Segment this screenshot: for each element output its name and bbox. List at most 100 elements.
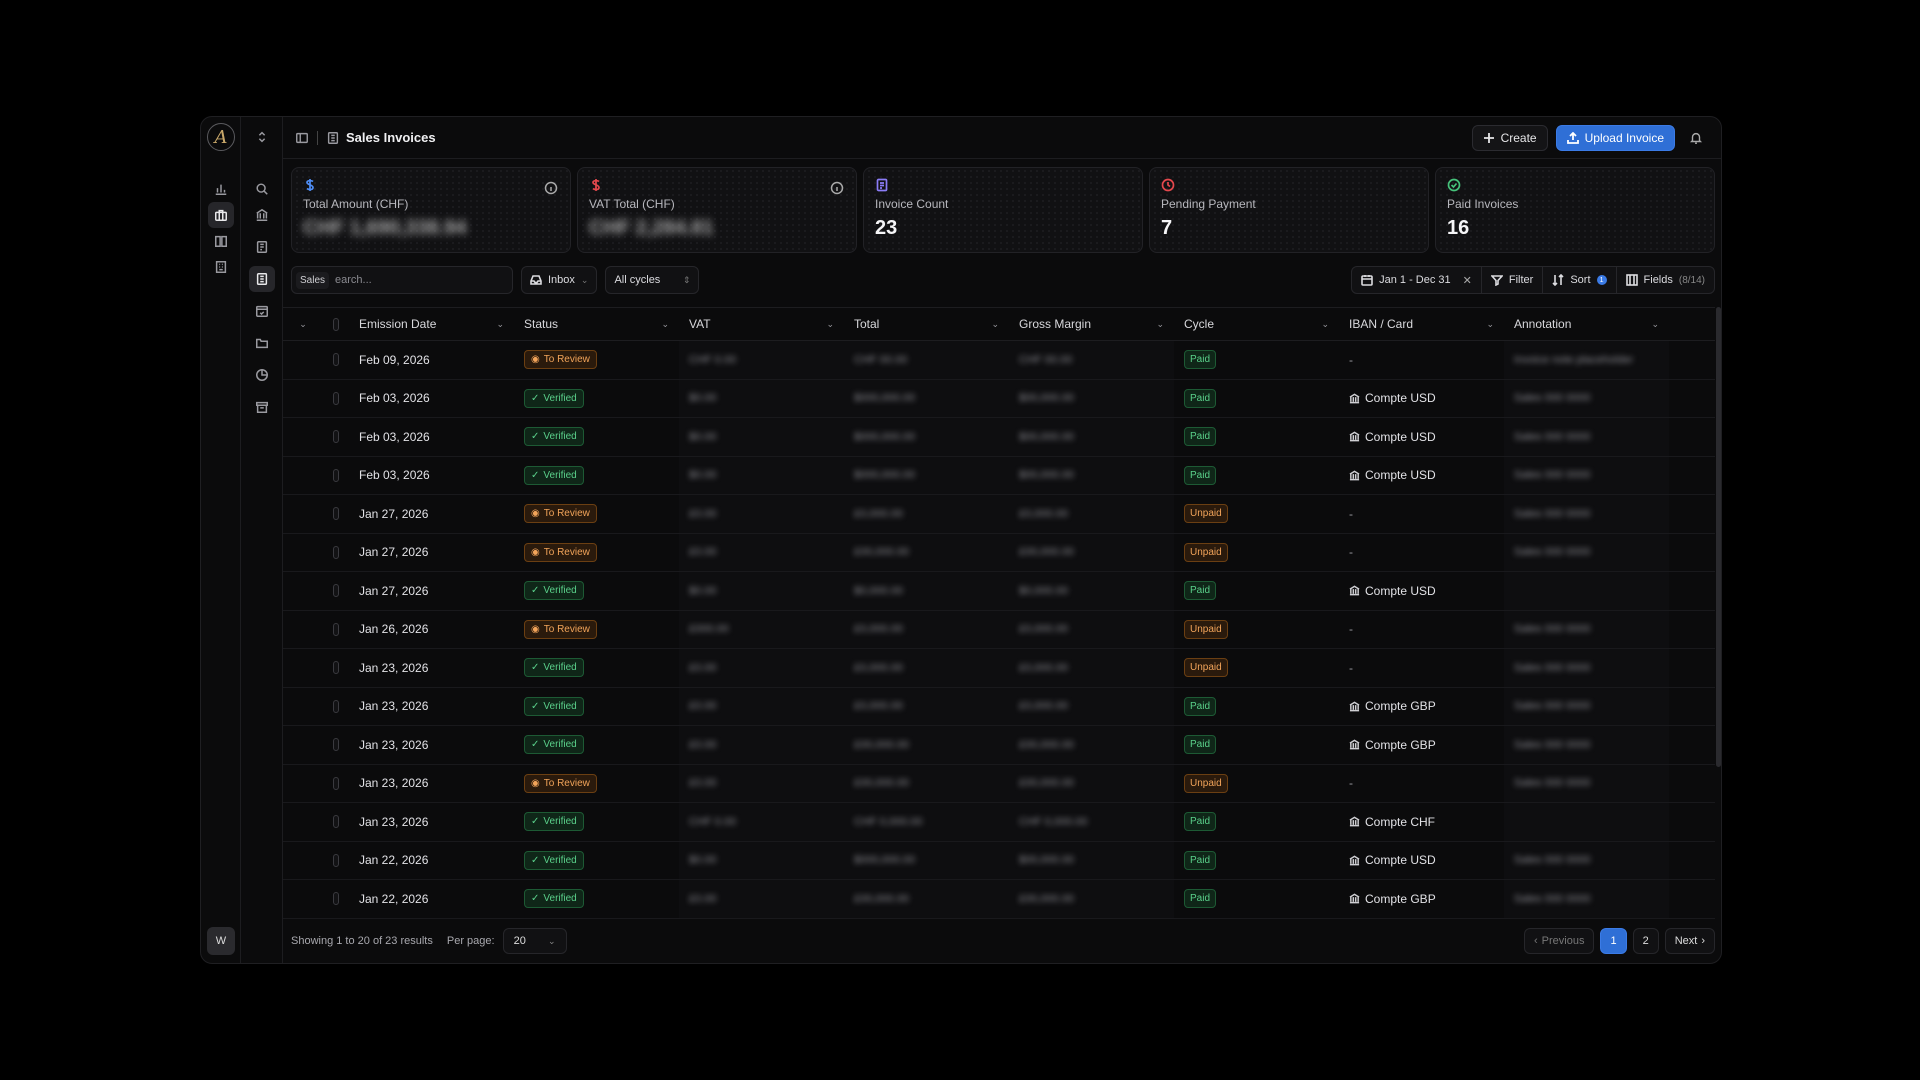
upload-invoice-button[interactable]: Upload Invoice: [1555, 124, 1675, 151]
cycle-cell: Paid: [1174, 341, 1339, 379]
vat-value: $0.00: [689, 430, 717, 443]
close-icon[interactable]: ✕: [1463, 274, 1472, 287]
create-button[interactable]: Create: [1471, 124, 1548, 151]
chart-icon[interactable]: [208, 176, 234, 202]
per-page-select[interactable]: 20 ⌄: [502, 928, 567, 954]
table-row[interactable]: Jan 23, 2026 ◉ To Review £0.00 £00,000.00 £00…: [283, 764, 1715, 803]
row-expand-cell: [283, 534, 323, 572]
row-checkbox[interactable]: [333, 353, 339, 367]
row-expand-cell: [283, 688, 323, 726]
inbox-select[interactable]: Inbox ⌄: [521, 266, 598, 294]
table-row[interactable]: Jan 26, 2026 ◉ To Review £000.00 £0,000.00 £0…: [283, 610, 1715, 649]
select-all-checkbox[interactable]: [333, 317, 339, 331]
table-row[interactable]: Jan 23, 2026 ✓ Verified £0.00 £0,000.00 £0,00…: [283, 687, 1715, 726]
pie-chart-icon[interactable]: [249, 362, 275, 388]
row-checkbox[interactable]: [333, 699, 339, 713]
vertical-scrollbar[interactable]: [1716, 307, 1721, 767]
row-checkbox[interactable]: [333, 892, 339, 906]
search-box[interactable]: Sales: [291, 266, 513, 294]
receipt-icon[interactable]: [249, 234, 275, 260]
column-header[interactable]: Gross Margin ⌄: [1009, 308, 1174, 340]
bank-icon[interactable]: [249, 202, 275, 228]
status-text: Verified: [543, 662, 577, 674]
table-row[interactable]: Jan 27, 2026 ◉ To Review £0.00 £00,000.00 £00…: [283, 533, 1715, 572]
chevron-down-icon[interactable]: ⌄: [1486, 319, 1494, 330]
row-checkbox[interactable]: [333, 430, 339, 444]
table-row[interactable]: Jan 27, 2026 ✓ Verified $0.00 $0,000.00 $0,00…: [283, 572, 1715, 611]
chevron-down-icon[interactable]: ⌄: [661, 319, 669, 330]
date-range-filter[interactable]: Jan 1 - Dec 31 ✕: [1352, 267, 1482, 293]
status-text: To Review: [543, 546, 590, 558]
table-row[interactable]: Jan 23, 2026 ✓ Verified £0.00 £0,000.00 £0,00…: [283, 649, 1715, 688]
row-checkbox[interactable]: [333, 853, 339, 867]
sales-invoice-icon[interactable]: [249, 266, 275, 292]
column-header[interactable]: Total ⌄: [844, 308, 1009, 340]
search-input[interactable]: [335, 274, 486, 286]
gross-margin-value: $0,000.00: [1019, 584, 1068, 597]
calendar-check-icon[interactable]: [249, 298, 275, 324]
row-checkbox[interactable]: [333, 391, 339, 405]
chevron-down-icon[interactable]: ⌄: [1651, 319, 1659, 330]
table-row[interactable]: Jan 22, 2026 ✓ Verified £0.00 £00,000.00 £00,…: [283, 880, 1715, 919]
emission-date: Jan 23, 2026: [359, 699, 429, 714]
bell-icon[interactable]: [1683, 125, 1709, 151]
next-page-button[interactable]: Next ›: [1664, 928, 1715, 954]
row-checkbox[interactable]: [333, 661, 339, 675]
search-icon[interactable]: [249, 176, 275, 202]
sidebar-toggle-icon[interactable]: [295, 131, 309, 145]
page-2-button[interactable]: 2: [1632, 928, 1659, 954]
archive-icon[interactable]: [249, 394, 275, 420]
sort-button[interactable]: Sort 1: [1543, 267, 1617, 293]
expand-collapse-icon[interactable]: [249, 124, 275, 150]
brand-logo[interactable]: A: [207, 123, 235, 151]
fields-button[interactable]: Fields (8/14): [1617, 267, 1714, 293]
column-header[interactable]: Emission Date ⌄: [349, 308, 514, 340]
row-checkbox[interactable]: [333, 815, 339, 829]
iban-value: Compte USD: [1365, 583, 1436, 598]
row-checkbox[interactable]: [333, 507, 339, 521]
chevron-down-icon[interactable]: ⌄: [496, 319, 504, 330]
table-row[interactable]: Jan 22, 2026 ✓ Verified $0.00 $000,000.00 $00…: [283, 841, 1715, 880]
previous-page-button[interactable]: ‹ Previous: [1523, 928, 1595, 954]
cycles-select[interactable]: All cycles ⇕: [605, 266, 700, 294]
chevron-down-icon[interactable]: ⌄: [991, 319, 999, 330]
book-icon[interactable]: [208, 228, 234, 254]
row-checkbox[interactable]: [333, 584, 339, 598]
column-header[interactable]: Annotation ⌄: [1504, 308, 1669, 340]
column-header[interactable]: Cycle ⌄: [1174, 308, 1339, 340]
avatar[interactable]: W: [207, 927, 235, 955]
table-row[interactable]: Feb 03, 2026 ✓ Verified $0.00 $000,000.00 $00…: [283, 456, 1715, 495]
table-row[interactable]: Feb 03, 2026 ✓ Verified $0.00 $000,000.00 $00…: [283, 379, 1715, 418]
row-checkbox[interactable]: [333, 468, 339, 482]
eye-icon: ◉: [531, 354, 540, 366]
table-row[interactable]: Jan 23, 2026 ✓ Verified £0.00 £00,000.00 £00,…: [283, 726, 1715, 765]
table-row[interactable]: Feb 09, 2026 ◉ To Review CHF 0.00 CHF 00.00 C…: [283, 341, 1715, 380]
column-header[interactable]: Status ⌄: [514, 308, 679, 340]
building-icon[interactable]: [208, 254, 234, 280]
iban-value: -: [1349, 622, 1353, 637]
cycle-cell: Paid: [1174, 380, 1339, 418]
gross-margin-value: £0,000.00: [1019, 507, 1068, 520]
table-row[interactable]: Jan 23, 2026 ✓ Verified CHF 0.00 CHF 0,000.0…: [283, 803, 1715, 842]
row-checkbox[interactable]: [333, 622, 339, 636]
table-row[interactable]: Jan 27, 2026 ◉ To Review £0.00 £0,000.00 £0,0…: [283, 495, 1715, 534]
briefcase-icon[interactable]: [208, 202, 234, 228]
row-checkbox-cell: [323, 880, 349, 918]
column-header-label: IBAN / Card: [1349, 317, 1414, 331]
column-header[interactable]: IBAN / Card ⌄: [1339, 308, 1504, 340]
info-icon[interactable]: [830, 181, 844, 195]
row-checkbox[interactable]: [333, 738, 339, 752]
chevron-down-icon[interactable]: ⌄: [1156, 319, 1164, 330]
filter-button[interactable]: Filter: [1482, 267, 1544, 293]
search-scope-tag[interactable]: Sales: [296, 271, 330, 289]
folder-icon[interactable]: [249, 330, 275, 356]
info-icon[interactable]: [544, 181, 558, 195]
chevron-down-icon[interactable]: ⌄: [826, 319, 834, 330]
page-1-button[interactable]: 1: [1600, 928, 1627, 954]
row-checkbox[interactable]: [333, 776, 339, 790]
expand-all-toggle[interactable]: ⌄: [283, 308, 323, 340]
row-checkbox[interactable]: [333, 545, 339, 559]
column-header[interactable]: VAT ⌄: [679, 308, 844, 340]
chevron-down-icon[interactable]: ⌄: [1321, 319, 1329, 330]
table-row[interactable]: Feb 03, 2026 ✓ Verified $0.00 $000,000.00 $00…: [283, 418, 1715, 457]
